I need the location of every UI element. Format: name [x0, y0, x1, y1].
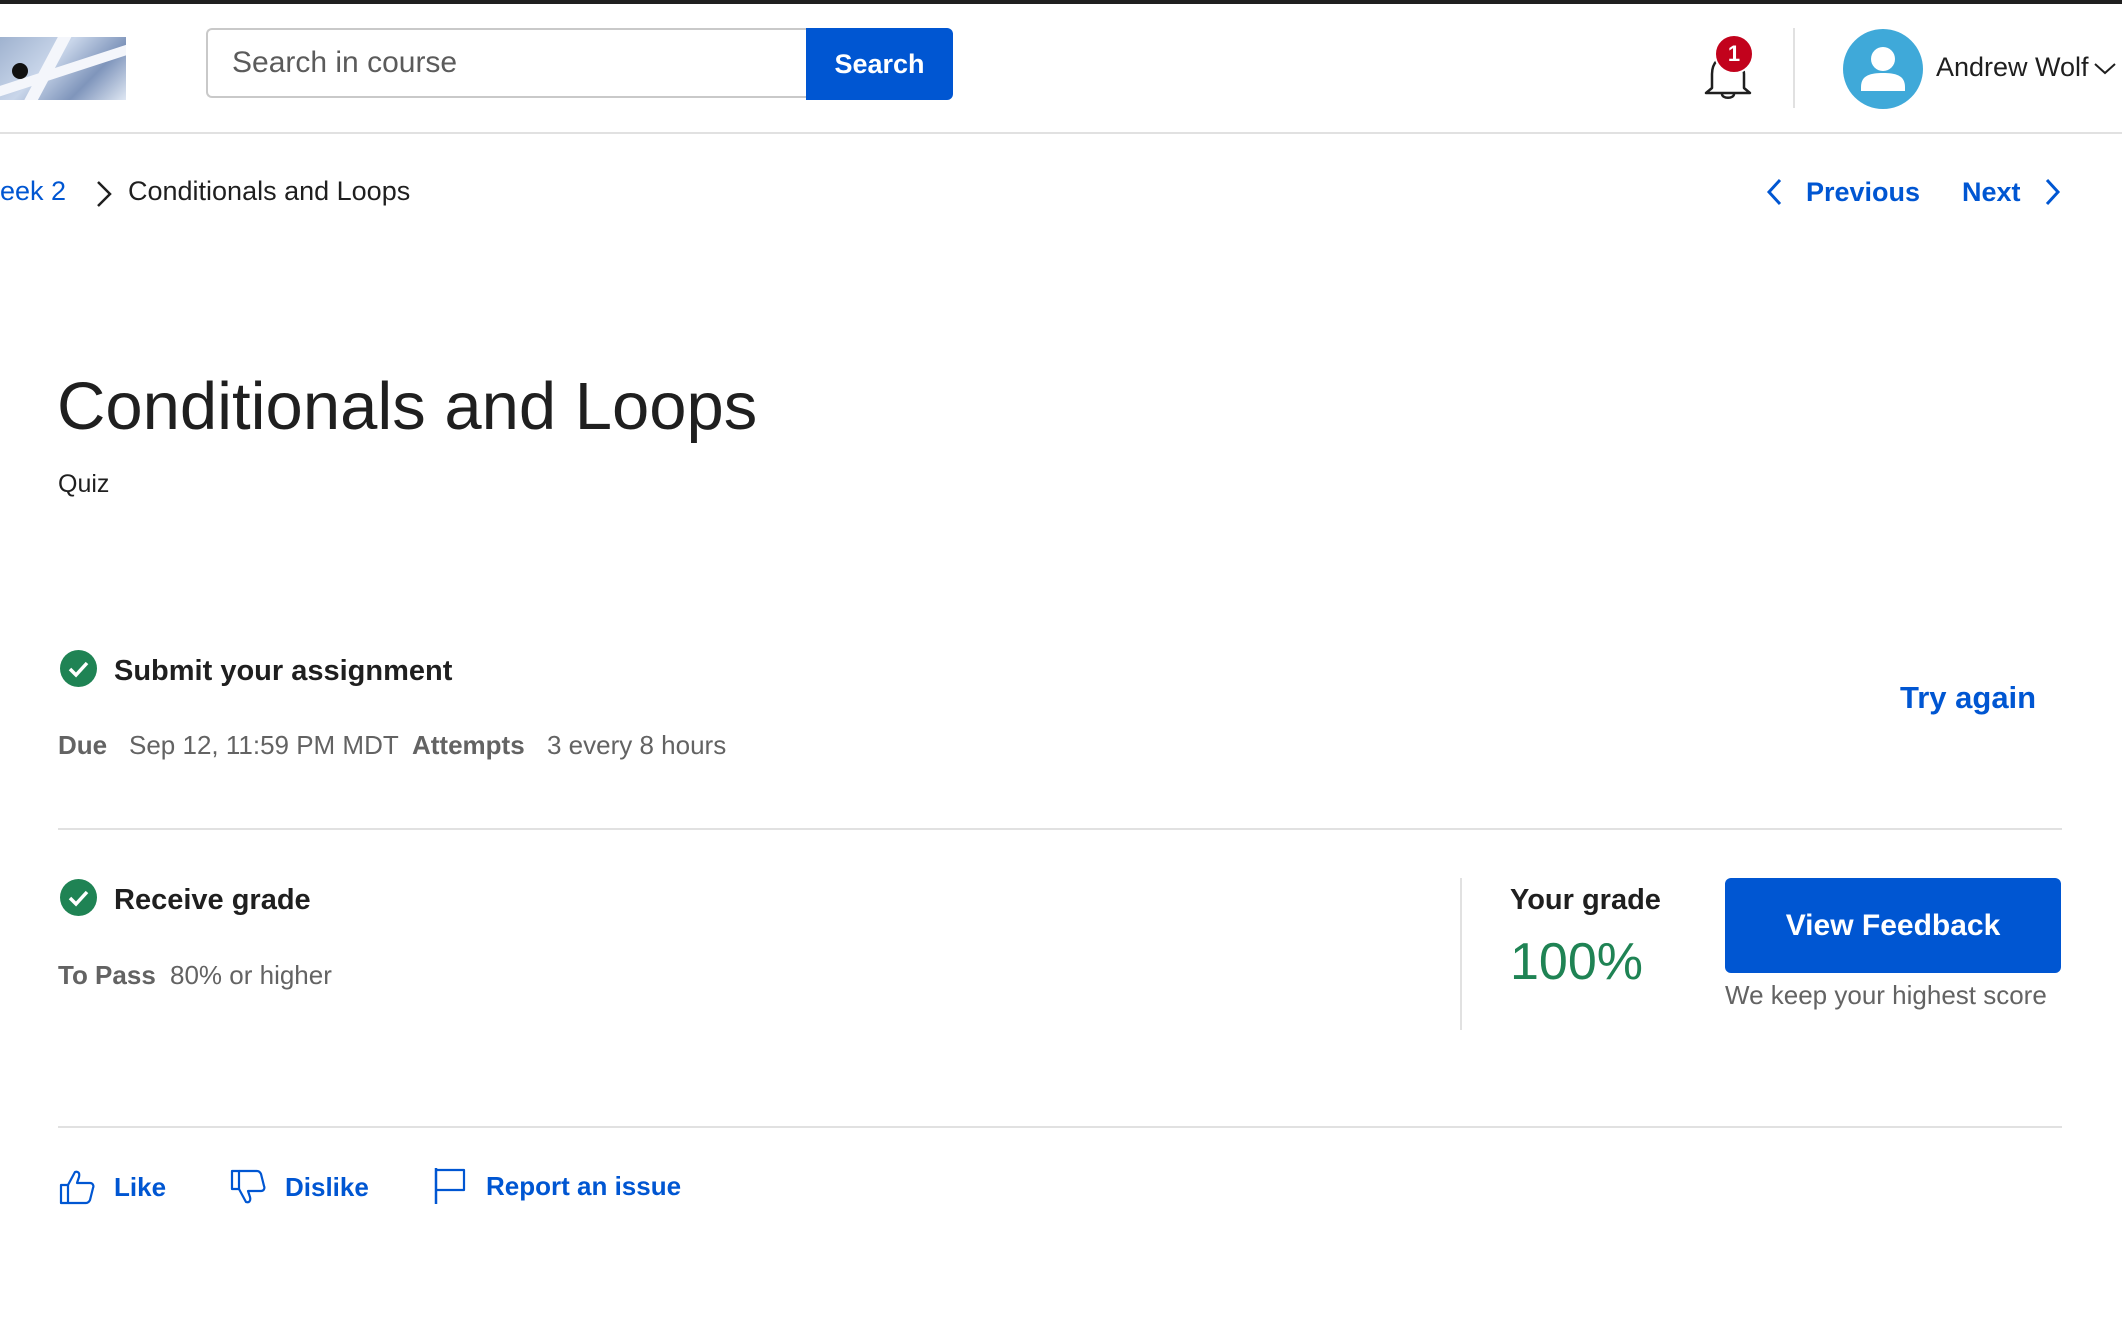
user-name[interactable]: Andrew Wolf: [1936, 52, 2089, 83]
breadcrumb-current: Conditionals and Loops: [128, 176, 411, 206]
like-label: Like: [114, 1171, 167, 1202]
due-value: Sep 12, 11:59 PM MDT: [129, 730, 399, 760]
page-type: Quiz: [58, 470, 110, 498]
logo-image[interactable]: [0, 37, 126, 100]
dislike-button[interactable]: Dislike: [229, 1168, 369, 1206]
search-input[interactable]: [206, 28, 806, 98]
thumbs-up-icon: [59, 1170, 95, 1205]
avatar-icon: [1861, 47, 1905, 91]
due-label: Due: [58, 730, 108, 760]
chevron-left-icon: [1766, 178, 1782, 206]
notification-badge: 1: [1714, 34, 1754, 74]
report-issue-label: Report an issue: [486, 1170, 682, 1201]
next-label: Next: [1962, 176, 2021, 207]
attempts-label: Attempts: [412, 730, 525, 760]
highest-score-note: We keep your highest score: [1725, 980, 2047, 1010]
section-divider: [58, 1126, 2062, 1128]
like-button[interactable]: Like: [58, 1168, 166, 1206]
chevron-down-icon[interactable]: [2092, 58, 2118, 78]
check-circle-icon: [60, 879, 97, 916]
avatar[interactable]: [1843, 29, 1923, 109]
grade-section-title: Receive grade: [114, 884, 311, 916]
breadcrumb-week-link[interactable]: eek 2: [0, 176, 66, 207]
header-divider: [1793, 28, 1795, 108]
your-grade-value: 100%: [1510, 933, 1643, 991]
to-pass-label: To Pass: [58, 960, 156, 990]
search-button[interactable]: Search: [806, 28, 953, 100]
view-feedback-button[interactable]: View Feedback: [1725, 878, 2061, 973]
chevron-right-icon: [2045, 178, 2060, 206]
report-issue-button[interactable]: Report an issue: [432, 1166, 681, 1206]
check-circle-icon: [60, 650, 97, 687]
previous-button[interactable]: Previous: [1764, 176, 1920, 208]
page-title: Conditionals and Loops: [57, 369, 758, 444]
grade-divider: [1460, 878, 1462, 1030]
chevron-right-icon: [97, 181, 112, 207]
try-again-button[interactable]: Try again: [1900, 680, 2036, 716]
submit-section-title: Submit your assignment: [114, 655, 453, 687]
previous-label: Previous: [1806, 176, 1921, 207]
next-button[interactable]: Next: [1962, 176, 2063, 208]
section-divider: [58, 828, 2062, 830]
thumbs-down-icon: [230, 1169, 266, 1204]
flag-icon: [434, 1168, 466, 1204]
your-grade-label: Your grade: [1510, 884, 1661, 916]
dislike-label: Dislike: [285, 1171, 369, 1202]
attempts-value: 3 every 8 hours: [547, 730, 727, 760]
to-pass-value: 80% or higher: [170, 960, 332, 990]
